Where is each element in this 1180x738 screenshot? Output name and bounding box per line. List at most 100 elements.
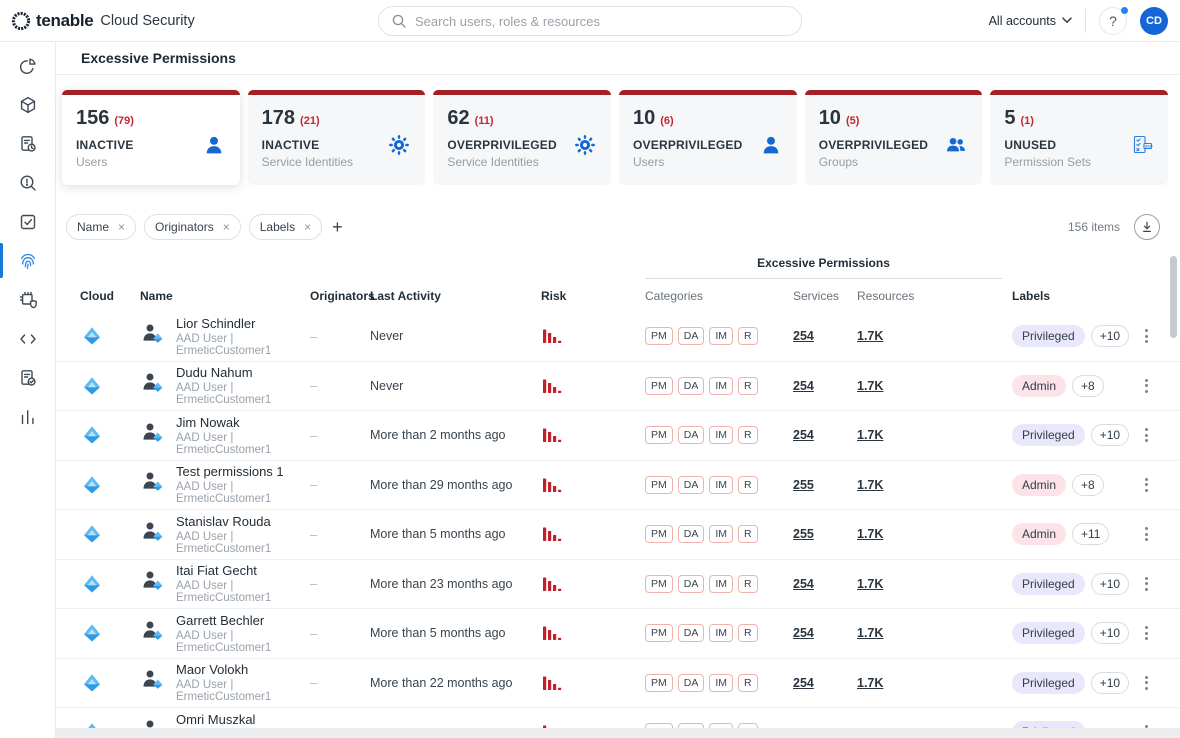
horizontal-scrollbar[interactable] xyxy=(56,728,1180,738)
remove-filter-icon[interactable]: × xyxy=(223,220,230,234)
sidebar-item-policies[interactable] xyxy=(0,358,56,397)
name-cell: Test permissions 1 AAD User | ErmeticCus… xyxy=(140,464,310,505)
filter-chip-label: Name xyxy=(77,220,109,234)
col-header-labels[interactable]: Labels xyxy=(1012,289,1136,303)
table-row: Itai Fiat Gecht AAD User | ErmeticCustom… xyxy=(56,560,1180,610)
sidebar-item-dashboard[interactable] xyxy=(0,46,56,85)
col-header-originators[interactable]: Originators xyxy=(310,289,370,303)
resources-link[interactable]: 1.7K xyxy=(857,577,883,591)
col-header-services[interactable]: Services xyxy=(793,289,857,303)
row-menu-button[interactable] xyxy=(1136,622,1156,644)
sidebar-item-iac[interactable] xyxy=(0,319,56,358)
col-header-categories[interactable]: Categories xyxy=(645,289,793,303)
row-menu-button[interactable] xyxy=(1136,375,1156,397)
category-chip-pm: PM xyxy=(645,327,673,345)
services-link[interactable]: 254 xyxy=(793,329,814,343)
row-menu-button[interactable] xyxy=(1136,523,1156,545)
cube-icon xyxy=(18,95,38,115)
resources-link[interactable]: 1.7K xyxy=(857,527,883,541)
col-header-last-activity[interactable]: Last Activity xyxy=(370,289,541,303)
aad-user-icon xyxy=(140,667,166,698)
identity-name[interactable]: Dudu Nahum xyxy=(176,365,310,380)
col-header-risk[interactable]: Risk xyxy=(541,289,645,303)
filter-chip-originators[interactable]: Originators× xyxy=(144,214,241,240)
sidebar-item-compliance[interactable] xyxy=(0,202,56,241)
gear-icon xyxy=(574,134,596,156)
filter-chip-labels[interactable]: Labels× xyxy=(249,214,322,240)
row-menu-button[interactable] xyxy=(1136,424,1156,446)
resources-link[interactable]: 1.7K xyxy=(857,379,883,393)
services-link[interactable]: 255 xyxy=(793,527,814,541)
resources-link[interactable]: 1.7K xyxy=(857,478,883,492)
col-header-name[interactable]: Name xyxy=(140,289,310,303)
name-cell: Stanislav Rouda AAD User | ErmeticCustom… xyxy=(140,514,310,555)
row-menu-button[interactable] xyxy=(1136,325,1156,347)
resources-link[interactable]: 1.7K xyxy=(857,626,883,640)
document-check-icon xyxy=(18,368,38,388)
services-link[interactable]: 254 xyxy=(793,626,814,640)
global-search[interactable] xyxy=(378,6,802,36)
filter-chip-name[interactable]: Name × xyxy=(66,214,136,240)
resources-link[interactable]: 1.7K xyxy=(857,676,883,690)
category-chip-im: IM xyxy=(709,624,733,642)
top-header: tenable Cloud Security All accounts ? CD xyxy=(0,0,1180,42)
resources-link[interactable]: 1.7K xyxy=(857,329,883,343)
risk-cell xyxy=(541,623,645,643)
search-input[interactable] xyxy=(415,14,789,29)
identity-subtitle: AAD User | ErmeticCustomer1 xyxy=(176,432,310,456)
actions-cell xyxy=(1136,375,1180,397)
services-link[interactable]: 254 xyxy=(793,428,814,442)
summary-card-overprivileged-users[interactable]: 10 (6) OVERPRIVILEGED Users xyxy=(619,90,797,185)
download-button[interactable] xyxy=(1134,214,1160,240)
azure-diamond-icon xyxy=(68,671,140,695)
sidebar-item-reports[interactable] xyxy=(0,124,56,163)
vertical-scrollbar[interactable] xyxy=(1170,256,1177,338)
identity-name[interactable]: Garrett Bechler xyxy=(176,613,310,628)
col-header-resources[interactable]: Resources xyxy=(857,289,1012,303)
resources-link[interactable]: 1.7K xyxy=(857,428,883,442)
accounts-dropdown[interactable]: All accounts xyxy=(989,14,1072,28)
pie-chart-icon xyxy=(18,56,38,76)
help-button[interactable]: ? xyxy=(1099,7,1127,35)
row-menu-button[interactable] xyxy=(1136,474,1156,496)
sidebar-item-analytics[interactable] xyxy=(0,397,56,436)
identity-name[interactable]: Test permissions 1 xyxy=(176,464,310,479)
identity-name[interactable]: Jim Nowak xyxy=(176,415,310,430)
sidebar-item-inventory[interactable] xyxy=(0,85,56,124)
summary-card-inactive-service-identities[interactable]: 178 (21) INACTIVE Service Identities xyxy=(248,90,426,185)
labels-cell: Privileged+10 xyxy=(1012,424,1136,446)
identity-name[interactable]: Stanislav Rouda xyxy=(176,514,310,529)
card-entity: Service Identities xyxy=(447,155,597,169)
services-link[interactable]: 254 xyxy=(793,379,814,393)
sidebar-item-workload-protection[interactable] xyxy=(0,280,56,319)
identity-name[interactable]: Omri Muszkal xyxy=(176,712,310,727)
table-header-row: Cloud Name Originators Last Activity Ris… xyxy=(56,280,1180,312)
label-pill: +10 xyxy=(1091,424,1129,446)
name-cell: Jim Nowak AAD User | ErmeticCustomer1 xyxy=(140,415,310,456)
add-filter-button[interactable]: + xyxy=(332,218,343,236)
fingerprint-icon xyxy=(18,251,38,271)
col-header-cloud[interactable]: Cloud xyxy=(68,289,140,303)
summary-card-overprivileged-groups[interactable]: 10 (5) OVERPRIVILEGED Groups xyxy=(805,90,983,185)
row-menu-button[interactable] xyxy=(1136,573,1156,595)
labels-cell: Privileged+10 xyxy=(1012,573,1136,595)
services-link[interactable]: 255 xyxy=(793,478,814,492)
category-chip-im: IM xyxy=(709,377,733,395)
avatar[interactable]: CD xyxy=(1140,7,1168,35)
label-pill: Admin xyxy=(1012,523,1066,545)
services-cell: 254 xyxy=(793,327,857,345)
summary-card-unused-permission-sets[interactable]: 5 (1) UNUSED Permission Sets SSO xyxy=(990,90,1168,185)
identity-name[interactable]: Itai Fiat Gecht xyxy=(176,563,310,578)
services-link[interactable]: 254 xyxy=(793,676,814,690)
services-link[interactable]: 254 xyxy=(793,577,814,591)
sidebar-item-identity-intelligence[interactable] xyxy=(0,241,56,280)
remove-filter-icon[interactable]: × xyxy=(304,220,311,234)
sidebar-item-investigate[interactable] xyxy=(0,163,56,202)
row-menu-button[interactable] xyxy=(1136,672,1156,694)
summary-card-overprivileged-service-identities[interactable]: 62 (11) OVERPRIVILEGED Service Identitie… xyxy=(433,90,611,185)
summary-card-inactive-users[interactable]: 156 (79) INACTIVE Users xyxy=(62,90,240,185)
identity-name[interactable]: Lior Schindler xyxy=(176,316,310,331)
identity-name[interactable]: Maor Volokh xyxy=(176,662,310,677)
remove-filter-icon[interactable]: × xyxy=(118,220,125,234)
card-paren-value: (6) xyxy=(660,115,673,127)
